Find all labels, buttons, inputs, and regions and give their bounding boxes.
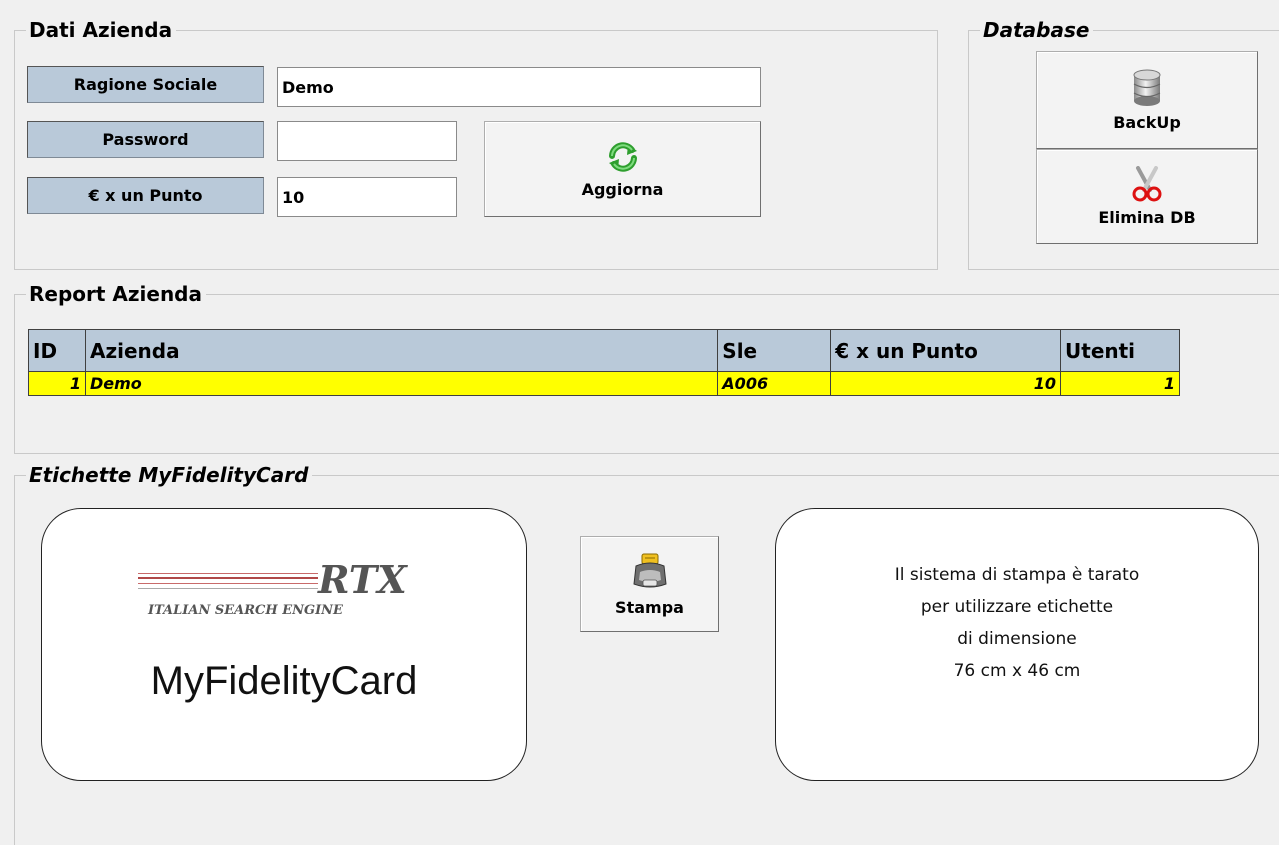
fidelity-card-preview: RTX ITALIAN SEARCH ENGINE MyFidelityCard xyxy=(41,508,527,781)
aggiorna-label: Aggiorna xyxy=(581,179,664,199)
backup-button[interactable]: BackUp xyxy=(1036,51,1258,149)
cell-id[interactable]: 1 xyxy=(28,371,86,396)
elimina-db-label: Elimina DB xyxy=(1098,208,1196,227)
stampa-label: Stampa xyxy=(615,597,684,617)
card-title: MyFidelityCard xyxy=(150,659,418,703)
ragione-sociale-label: Ragione Sociale xyxy=(27,66,264,103)
scissors-icon xyxy=(1130,166,1164,206)
elimina-db-button[interactable]: Elimina DB xyxy=(1036,149,1258,244)
stampa-button[interactable]: Stampa xyxy=(580,536,719,632)
label-info-box: Il sistema di stampa è tarato per utiliz… xyxy=(775,508,1259,781)
ragione-sociale-input[interactable] xyxy=(277,67,761,107)
cell-utenti[interactable]: 1 xyxy=(1060,371,1180,396)
column-header-euro-punto[interactable]: € x un Punto xyxy=(830,329,1062,372)
report-azienda-title: Report Azienda xyxy=(26,281,206,307)
rtx-logo-subtitle: ITALIAN SEARCH ENGINE xyxy=(148,603,343,618)
table-header-row: ID Azienda Sle € x un Punto Utenti xyxy=(28,329,1180,372)
cell-azienda[interactable]: Demo xyxy=(84,371,719,396)
backup-label: BackUp xyxy=(1113,112,1181,132)
column-header-sle[interactable]: Sle xyxy=(717,329,832,372)
aggiorna-button[interactable]: Aggiorna xyxy=(484,121,761,217)
password-label: Password xyxy=(27,121,264,158)
password-input[interactable] xyxy=(277,121,457,161)
refresh-icon xyxy=(606,140,640,178)
database-icon xyxy=(1132,69,1162,111)
cell-sle[interactable]: A006 xyxy=(717,371,832,396)
euro-punto-label: € x un Punto xyxy=(27,177,264,214)
info-line: Il sistema di stampa è tarato xyxy=(894,565,1140,585)
euro-punto-input[interactable] xyxy=(277,177,457,217)
info-line: per utilizzare etichette xyxy=(920,597,1114,617)
column-header-azienda[interactable]: Azienda xyxy=(84,329,719,372)
cell-euro-punto[interactable]: 10 xyxy=(830,371,1062,396)
dati-azienda-title: Dati Azienda xyxy=(26,17,177,43)
column-header-id[interactable]: ID xyxy=(28,329,86,372)
table-row[interactable]: 1 Demo A006 10 1 xyxy=(28,371,1180,396)
info-line: 76 cm x 46 cm xyxy=(953,661,1081,681)
etichette-title: Etichette MyFidelityCard xyxy=(26,462,313,488)
printer-icon xyxy=(631,552,669,596)
rtx-logo: RTX ITALIAN SEARCH ENGINE xyxy=(138,557,418,633)
database-title: Database xyxy=(980,17,1094,43)
info-line: di dimensione xyxy=(957,629,1077,649)
rtx-logo-text: RTX xyxy=(318,557,407,602)
report-table: ID Azienda Sle € x un Punto Utenti 1 Dem… xyxy=(28,329,1180,396)
column-header-utenti[interactable]: Utenti xyxy=(1060,329,1180,372)
